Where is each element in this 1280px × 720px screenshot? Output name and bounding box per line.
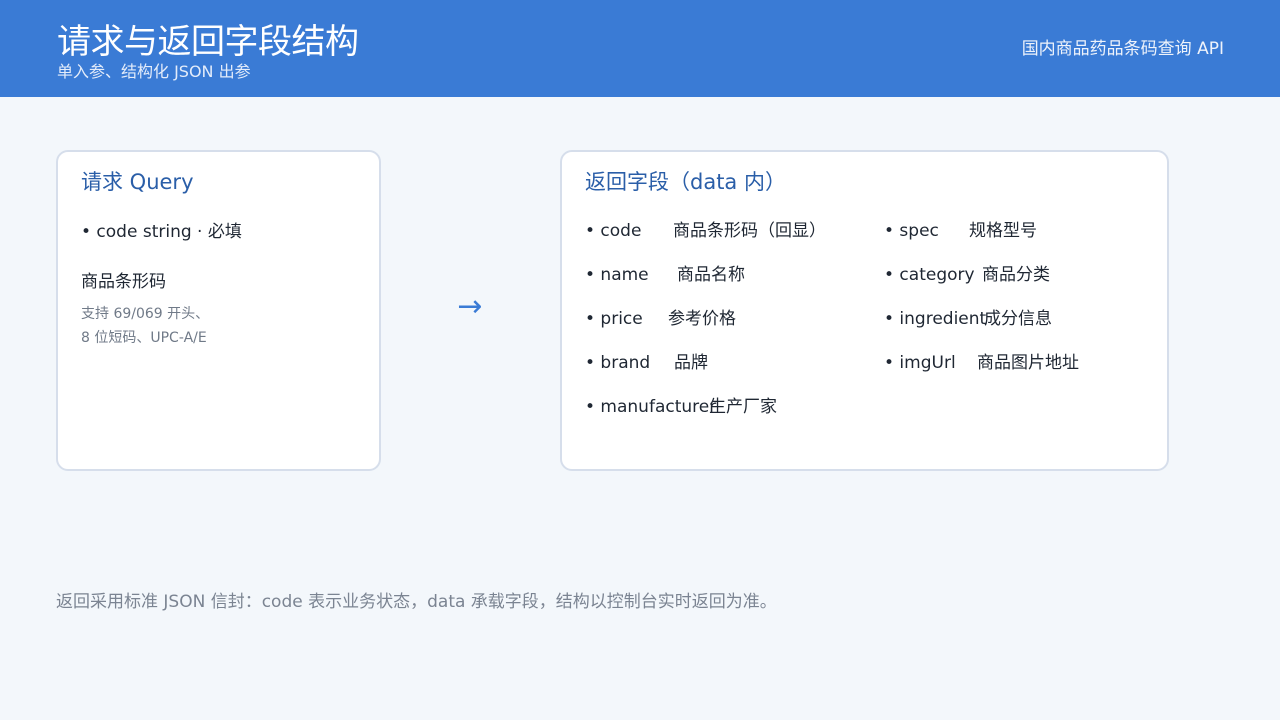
response-field-desc: 商品图片地址 (977, 353, 1079, 373)
response-field-name: • name (585, 265, 649, 285)
response-field-name: • imgUrl (884, 353, 956, 373)
footer-note: 返回采用标准 JSON 信封：code 表示业务状态，data 承载字段，结构以… (56, 592, 777, 612)
request-field-code: • code string · 必填 (81, 222, 242, 242)
response-field-name: • code (585, 221, 642, 241)
request-note-line-2: 8 位短码、UPC-A/E (81, 330, 207, 346)
response-card-title: 返回字段（data 内） (585, 170, 786, 194)
response-field-name: • price (585, 309, 643, 329)
page-subtitle: 单入参、结构化 JSON 出参 (57, 62, 251, 81)
response-field-name: • spec (884, 221, 939, 241)
response-field-desc: 商品条形码（回显） (673, 221, 826, 241)
response-field-desc: 商品分类 (982, 265, 1050, 285)
response-field-desc: 生产厂家 (709, 397, 777, 417)
response-field-desc: 成分信息 (984, 309, 1052, 329)
right-arrow-icon: → (457, 289, 483, 324)
request-field-note: 支持 69/069 开头、 8 位短码、UPC-A/E (81, 302, 361, 350)
response-field-name: • brand (585, 353, 651, 373)
request-card-title: 请求 Query (81, 170, 194, 194)
api-name-label: 国内商品药品条码查询 API (1021, 39, 1224, 59)
request-card: 请求 Query • code string · 必填 商品条形码 支持 69/… (56, 150, 381, 471)
response-field-name: • category (884, 265, 975, 285)
response-card: 返回字段（data 内） • code 商品条形码（回显） • name 商品名… (560, 150, 1169, 471)
response-field-desc: 规格型号 (969, 221, 1037, 241)
request-note-line-1: 支持 69/069 开头、 (81, 306, 210, 322)
request-field-description: 商品条形码 (81, 272, 166, 292)
response-field-desc: 品牌 (674, 353, 708, 373)
response-field-name: • ingredient (884, 309, 987, 329)
response-field-name: • manufacturer (585, 397, 717, 417)
response-field-desc: 参考价格 (668, 309, 736, 329)
page-title: 请求与返回字段结构 (57, 22, 359, 62)
response-field-desc: 商品名称 (677, 265, 745, 285)
header-bar: 请求与返回字段结构 单入参、结构化 JSON 出参 国内商品药品条码查询 API (0, 0, 1280, 97)
